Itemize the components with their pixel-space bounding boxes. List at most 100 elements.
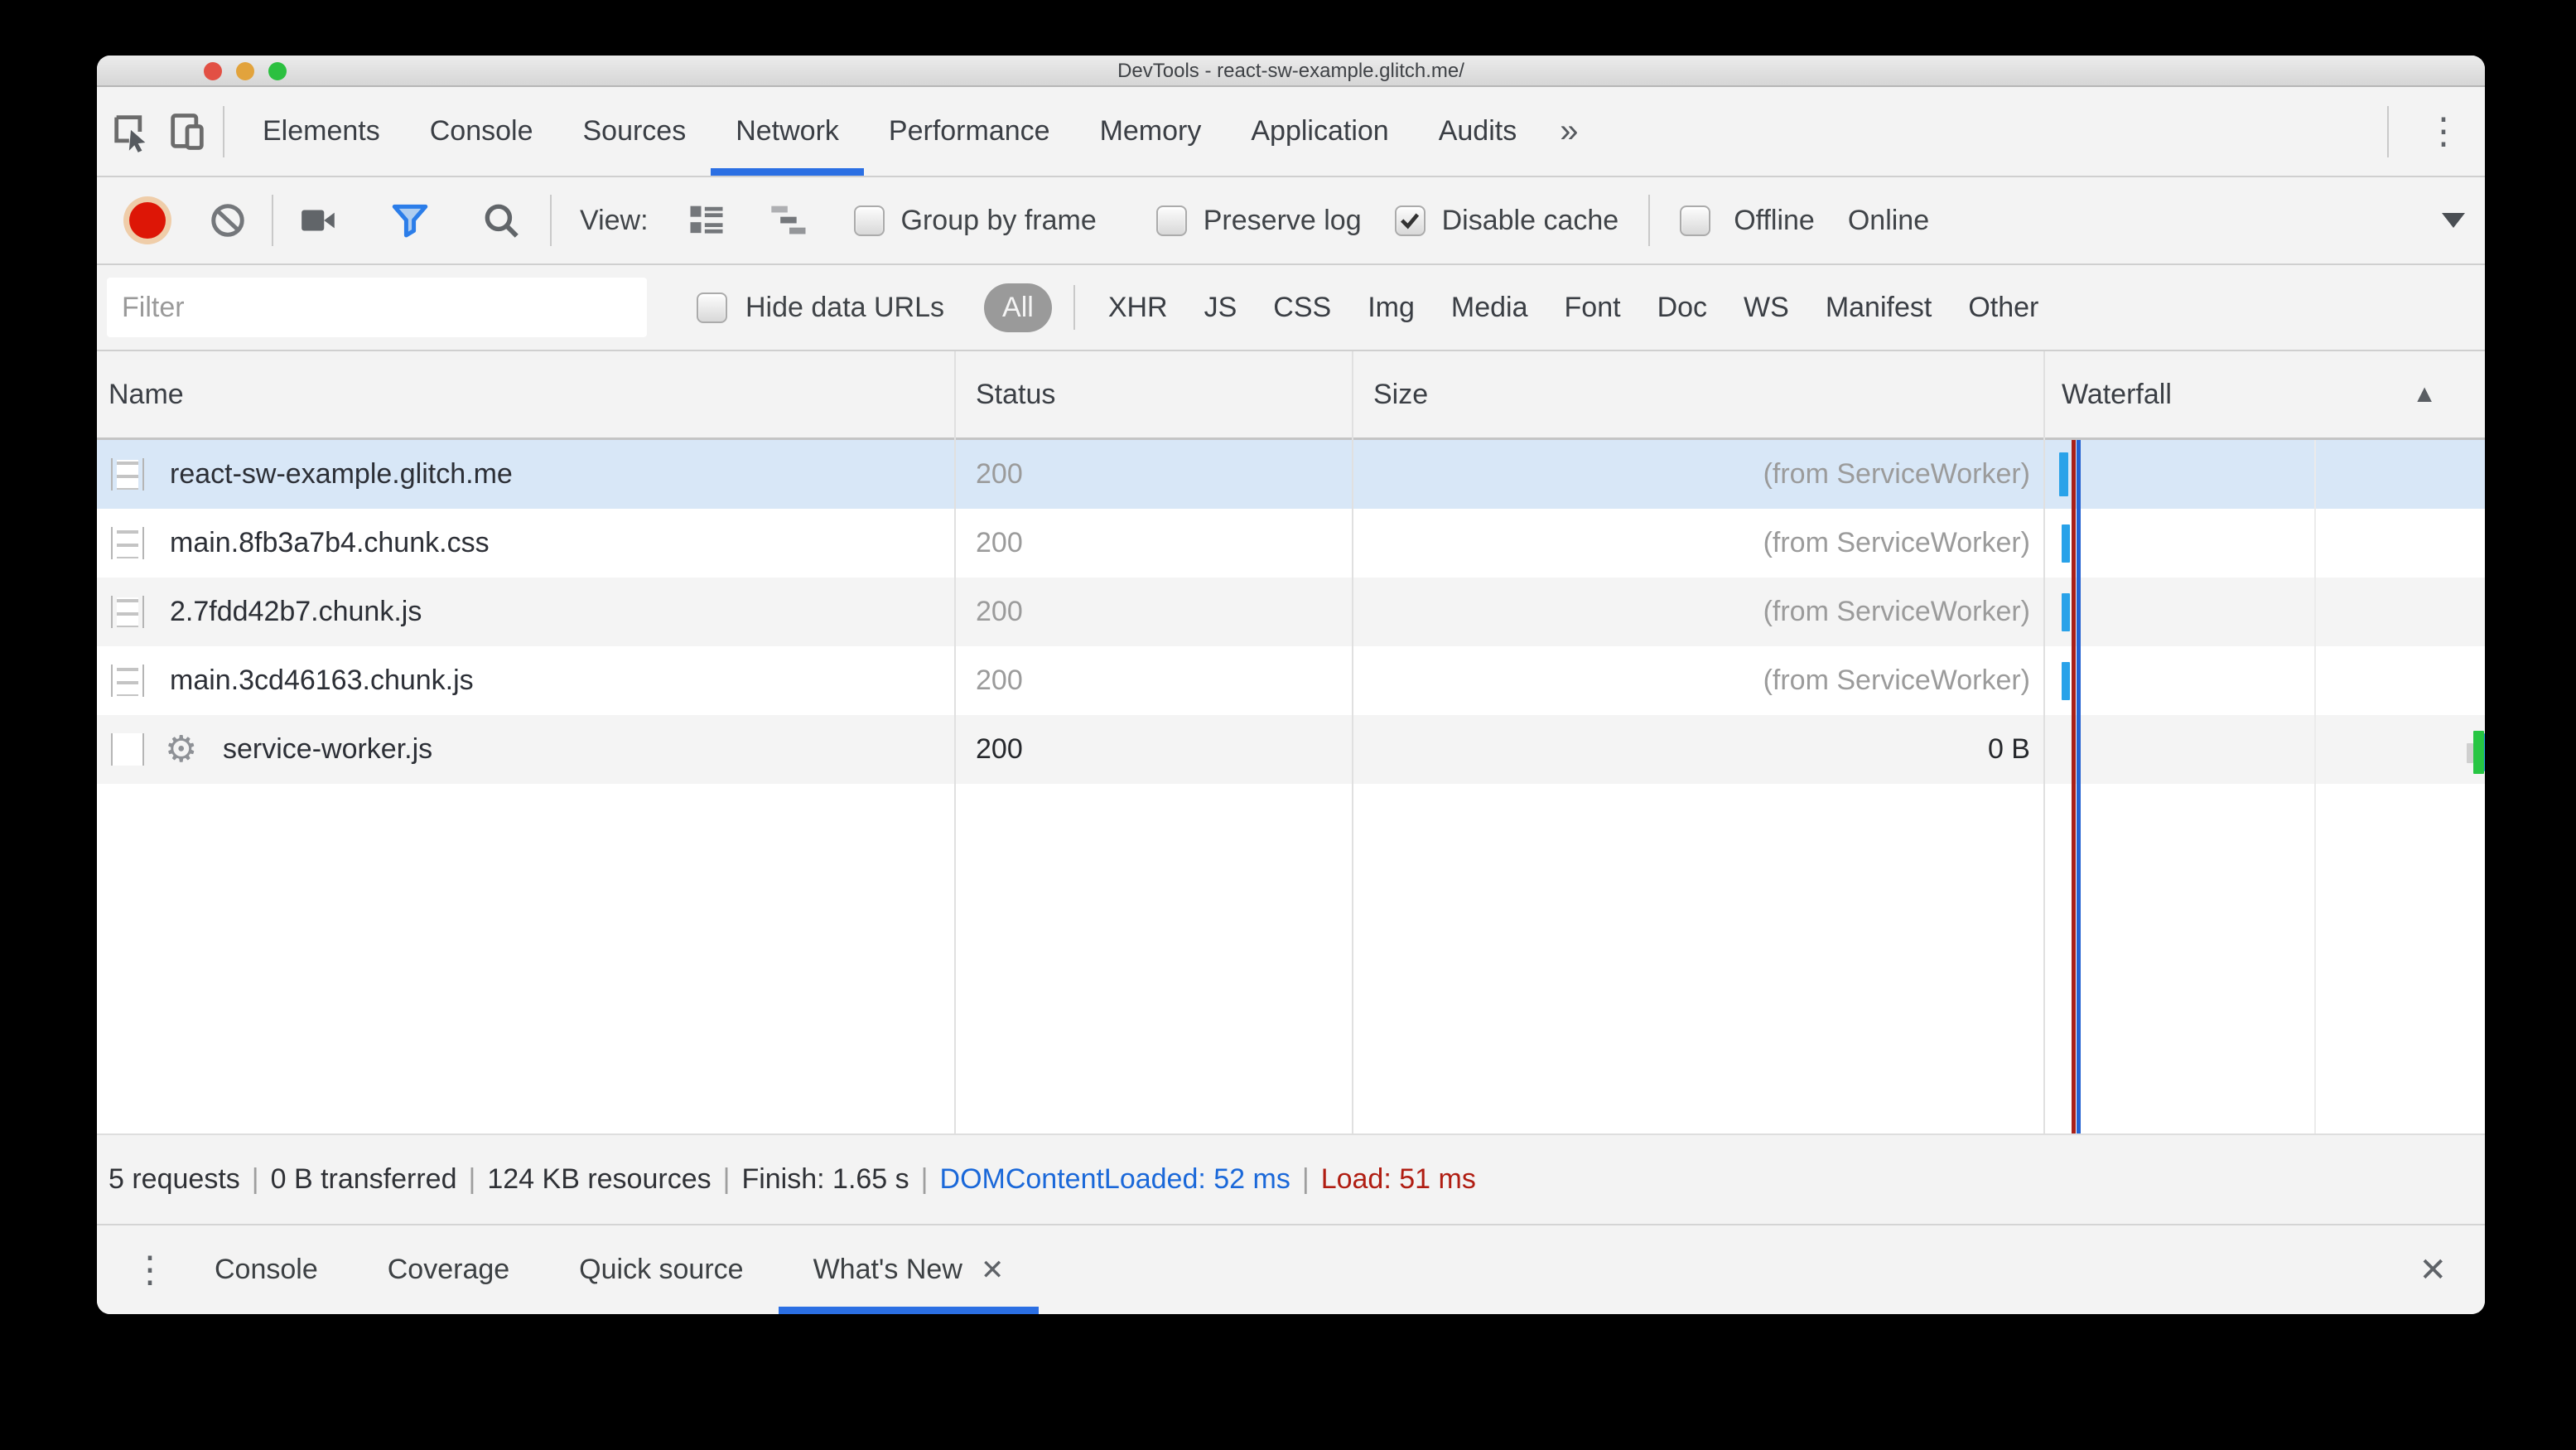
main-tab-bar: Elements Console Sources Network Perform…: [97, 87, 2485, 177]
table-row[interactable]: main.3cd46163.chunk.js 200 (from Service…: [97, 646, 2485, 715]
divider: [550, 195, 552, 246]
search-icon[interactable]: [480, 200, 522, 241]
disable-cache-label: Disable cache: [1441, 204, 1619, 236]
column-divider[interactable]: [1352, 351, 1353, 1133]
filter-type-img[interactable]: Img: [1368, 292, 1415, 324]
waterfall-bar-waiting: [2473, 731, 2484, 774]
group-by-frame-checkbox[interactable]: [853, 205, 885, 236]
disable-cache-checkbox[interactable]: [1394, 205, 1425, 236]
waterfall-bar: [2062, 662, 2070, 700]
filter-type-css[interactable]: CSS: [1273, 292, 1331, 324]
request-size: (from ServiceWorker): [1763, 665, 2030, 696]
column-header-waterfall[interactable]: Waterfall ▲: [2043, 351, 2485, 437]
divider: [1648, 195, 1651, 246]
filter-type-other[interactable]: Other: [1968, 292, 2038, 324]
tab-application[interactable]: Application: [1226, 87, 1413, 176]
waterfall-cell: [2043, 715, 2485, 784]
request-size: 0 B: [1987, 733, 2030, 765]
waterfall-bar: [2062, 593, 2070, 631]
waterfall-bar: [2059, 452, 2068, 496]
request-name: react-sw-example.glitch.me: [170, 458, 513, 490]
record-button[interactable]: [129, 202, 166, 239]
device-toolbar-icon[interactable]: [165, 107, 210, 157]
preserve-log-checkbox[interactable]: [1155, 205, 1187, 236]
clear-icon[interactable]: [209, 201, 247, 239]
table-header: Name Status Size Waterfall ▲: [97, 351, 2485, 440]
divider: [272, 195, 273, 246]
filter-type-ws[interactable]: WS: [1744, 292, 1789, 324]
request-status: 200: [976, 527, 1023, 558]
filter-type-manifest[interactable]: Manifest: [1826, 292, 1932, 324]
tab-network[interactable]: Network: [711, 87, 864, 176]
close-drawer-icon[interactable]: ✕: [2381, 1251, 2485, 1289]
requests-table: react-sw-example.glitch.me 200 (from Ser…: [97, 440, 2485, 1133]
sort-ascending-icon[interactable]: ▲: [2412, 380, 2437, 408]
filter-funnel-icon[interactable]: [389, 200, 431, 241]
request-name: 2.7fdd42b7.chunk.js: [170, 596, 422, 627]
tab-audits[interactable]: Audits: [1414, 87, 1542, 176]
filter-type-font[interactable]: Font: [1565, 292, 1621, 324]
column-divider[interactable]: [2043, 351, 2045, 1133]
request-status: 200: [976, 733, 1023, 765]
drawer-tab-coverage[interactable]: Coverage: [353, 1225, 544, 1314]
tab-memory[interactable]: Memory: [1075, 87, 1227, 176]
waterfall-cell: [2043, 578, 2485, 646]
waterfall-cell: [2043, 440, 2485, 509]
filter-type-js[interactable]: JS: [1204, 292, 1237, 324]
filter-type-doc[interactable]: Doc: [1657, 292, 1707, 324]
column-header-size[interactable]: Size: [1352, 351, 2043, 437]
table-row[interactable]: ⚙ service-worker.js 200 0 B: [97, 715, 2485, 784]
tab-performance[interactable]: Performance: [864, 87, 1075, 176]
hide-data-urls-checkbox[interactable]: [697, 292, 727, 323]
filter-row: Hide data URLs All XHR JS CSS Img Media …: [97, 265, 2485, 351]
load-event-line: [2072, 440, 2076, 1133]
transferred-size: 0 B transferred: [270, 1163, 457, 1195]
drawer-menu-kebab-icon[interactable]: ⋮: [120, 1251, 180, 1288]
inspect-element-icon[interactable]: [109, 107, 153, 157]
document-icon: [111, 665, 144, 697]
column-header-name[interactable]: Name: [97, 351, 954, 437]
drawer-tab-quick-source[interactable]: Quick source: [544, 1225, 778, 1314]
waterfall-cell: [2043, 646, 2485, 715]
tab-elements[interactable]: Elements: [238, 87, 405, 176]
document-icon: [111, 527, 144, 559]
filter-type-media[interactable]: Media: [1451, 292, 1528, 324]
resources-size: 124 KB resources: [487, 1163, 712, 1195]
drawer-tab-whats-new[interactable]: What's New ✕: [778, 1225, 1040, 1314]
column-header-status[interactable]: Status: [954, 351, 1352, 437]
filter-type-xhr[interactable]: XHR: [1108, 292, 1168, 324]
drawer: ⋮ Console Coverage Quick source What's N…: [97, 1225, 2485, 1314]
tab-sources[interactable]: Sources: [557, 87, 711, 176]
table-row[interactable]: main.8fb3a7b4.chunk.css 200 (from Servic…: [97, 509, 2485, 578]
table-row[interactable]: react-sw-example.glitch.me 200 (from Ser…: [97, 440, 2485, 509]
divider: [2387, 105, 2389, 157]
request-status: 200: [976, 665, 1023, 696]
offline-label: Offline: [1734, 204, 1815, 236]
request-name: main.3cd46163.chunk.js: [170, 665, 474, 696]
chevron-down-icon[interactable]: [2442, 213, 2465, 228]
offline-checkbox[interactable]: [1680, 205, 1711, 236]
window-title: DevTools - react-sw-example.glitch.me/: [1117, 60, 1464, 82]
filter-input[interactable]: [107, 278, 647, 337]
blank-document-icon: [111, 733, 144, 766]
group-by-frame-label: Group by frame: [900, 204, 1097, 236]
gear-icon: ⚙: [165, 733, 198, 766]
request-status: 200: [976, 596, 1023, 627]
main-menu-kebab-icon[interactable]: ⋮: [2402, 113, 2485, 150]
tab-console[interactable]: Console: [405, 87, 558, 176]
close-tab-icon[interactable]: ✕: [981, 1254, 1005, 1287]
view-large-rows-icon[interactable]: [685, 199, 728, 242]
waterfall-cell: [2043, 509, 2485, 578]
document-icon: [111, 596, 144, 628]
drawer-tab-console[interactable]: Console: [180, 1225, 353, 1314]
document-icon: [111, 458, 144, 491]
throttling-select[interactable]: Online: [1848, 205, 1929, 237]
show-overview-icon[interactable]: [768, 199, 811, 242]
screenshot-capture-icon[interactable]: [298, 200, 340, 241]
network-toolbar: View: Group by frame Preserve log Disabl…: [97, 177, 2485, 265]
column-divider[interactable]: [954, 351, 956, 1133]
filter-type-all[interactable]: All: [984, 283, 1052, 332]
table-row[interactable]: 2.7fdd42b7.chunk.js 200 (from ServiceWor…: [97, 578, 2485, 646]
hide-data-urls-label: Hide data URLs: [745, 291, 945, 323]
more-tabs-icon[interactable]: »: [1541, 113, 1596, 150]
